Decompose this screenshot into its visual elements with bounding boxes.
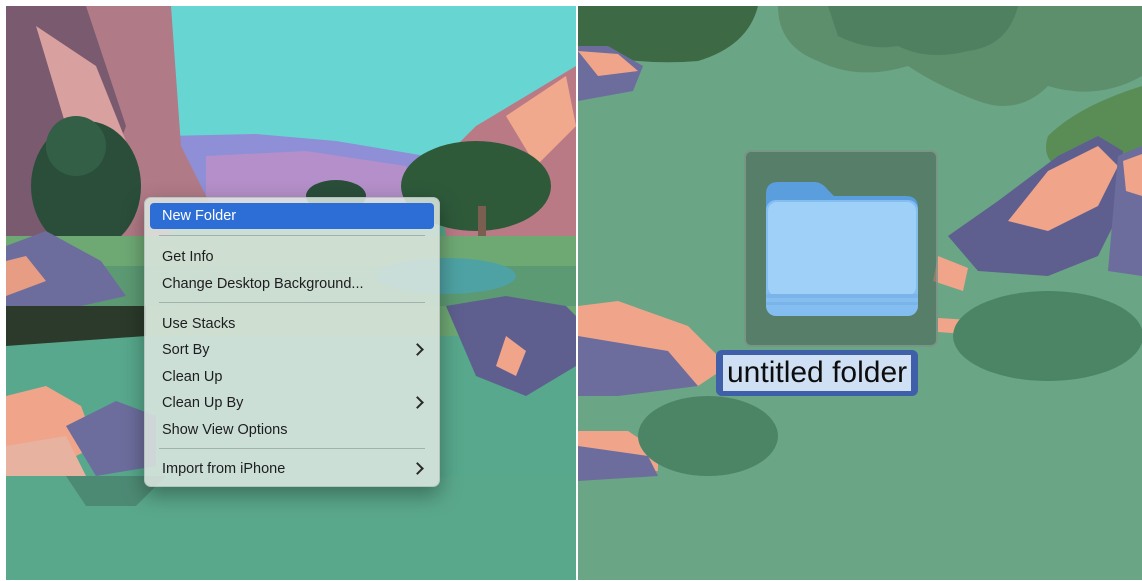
menu-item-label: Get Info [162, 249, 214, 265]
menu-item-label: Sort By [162, 342, 210, 358]
chevron-right-icon [411, 396, 424, 409]
menu-item-change-desktop-background[interactable]: Change Desktop Background... [150, 271, 434, 297]
folder-name-field[interactable]: untitled folder [716, 350, 919, 396]
menu-item-label: Import from iPhone [162, 461, 286, 477]
menu-separator [159, 235, 425, 236]
folder-name-text[interactable]: untitled folder [723, 355, 912, 391]
desktop-context-menu: New Folder Get Info Change Desktop Backg… [144, 197, 440, 487]
menu-item-import-from-iphone[interactable]: Import from iPhone [150, 456, 434, 482]
menu-item-use-stacks[interactable]: Use Stacks [150, 311, 434, 337]
menu-item-label: Show View Options [162, 422, 288, 438]
menu-item-label: New Folder [162, 208, 237, 224]
menu-item-get-info[interactable]: Get Info [150, 244, 434, 270]
menu-item-label: Use Stacks [162, 316, 236, 332]
desktop-right-panel[interactable]: untitled folder [578, 6, 1142, 580]
desktop-left-panel[interactable]: New Folder Get Info Change Desktop Backg… [6, 6, 576, 580]
menu-item-clean-up-by[interactable]: Clean Up By [150, 390, 434, 416]
menu-item-label: Clean Up [162, 369, 223, 385]
menu-item-label: Change Desktop Background... [162, 276, 364, 292]
menu-separator [159, 448, 425, 449]
menu-item-label: Clean Up By [162, 395, 244, 411]
folder-icon[interactable] [756, 176, 924, 321]
menu-item-show-view-options[interactable]: Show View Options [150, 417, 434, 443]
chevron-right-icon [411, 343, 424, 356]
menu-item-new-folder[interactable]: New Folder [150, 203, 434, 229]
menu-separator [159, 302, 425, 303]
menu-item-sort-by[interactable]: Sort By [150, 337, 434, 363]
chevron-right-icon [411, 462, 424, 475]
menu-item-clean-up[interactable]: Clean Up [150, 364, 434, 390]
